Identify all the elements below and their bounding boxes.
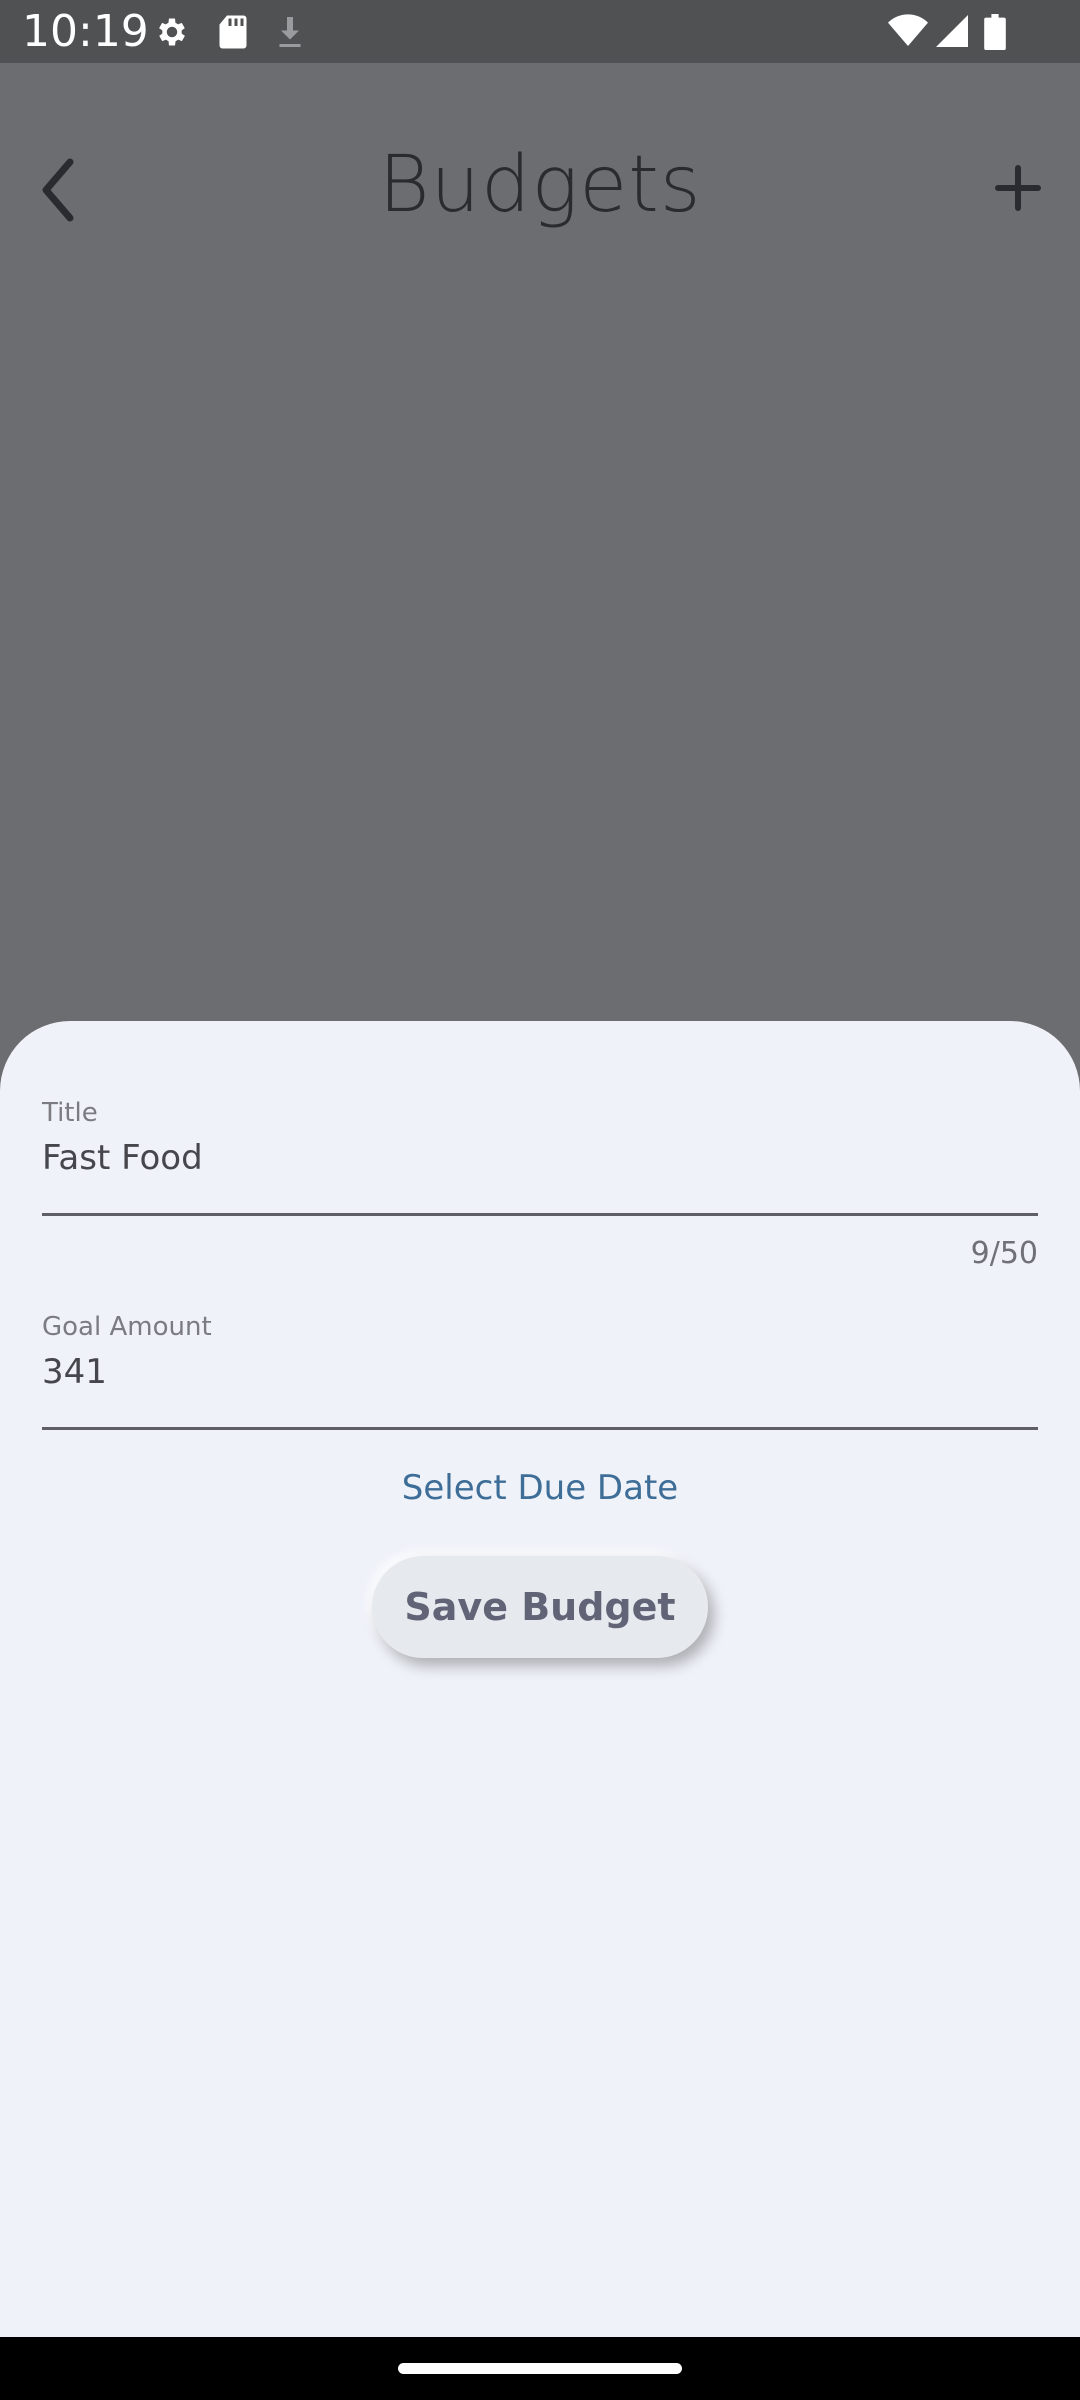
screen: 10:19 Budgets Title Fast Food 9/50 Goal … <box>0 0 1080 2400</box>
title-char-counter: 9/50 <box>970 1236 1038 1271</box>
plus-icon <box>990 165 1046 220</box>
budget-bottom-sheet <box>0 1021 1080 2337</box>
status-time: 10:19 <box>22 6 149 57</box>
save-budget-button[interactable]: Save Budget <box>372 1556 708 1658</box>
add-budget-button[interactable] <box>990 160 1046 216</box>
battery-icon <box>984 14 1006 55</box>
goal-amount-label: Goal Amount <box>42 1312 212 1342</box>
sd-card-icon <box>218 14 248 55</box>
wifi-icon <box>888 14 928 53</box>
status-bar: 10:19 <box>0 0 1080 63</box>
title-field-label: Title <box>42 1098 98 1128</box>
select-due-date-button[interactable]: Select Due Date <box>0 1468 1080 1508</box>
page-title: Budgets <box>378 140 702 230</box>
signal-icon <box>936 14 968 53</box>
goal-amount-field[interactable]: 341 <box>42 1352 107 1392</box>
title-field[interactable]: Fast Food <box>42 1138 203 1178</box>
title-field-underline <box>42 1213 1038 1216</box>
goal-amount-underline <box>42 1427 1038 1430</box>
gear-icon <box>154 14 190 55</box>
download-icon <box>274 14 306 55</box>
home-indicator[interactable] <box>398 2363 682 2374</box>
